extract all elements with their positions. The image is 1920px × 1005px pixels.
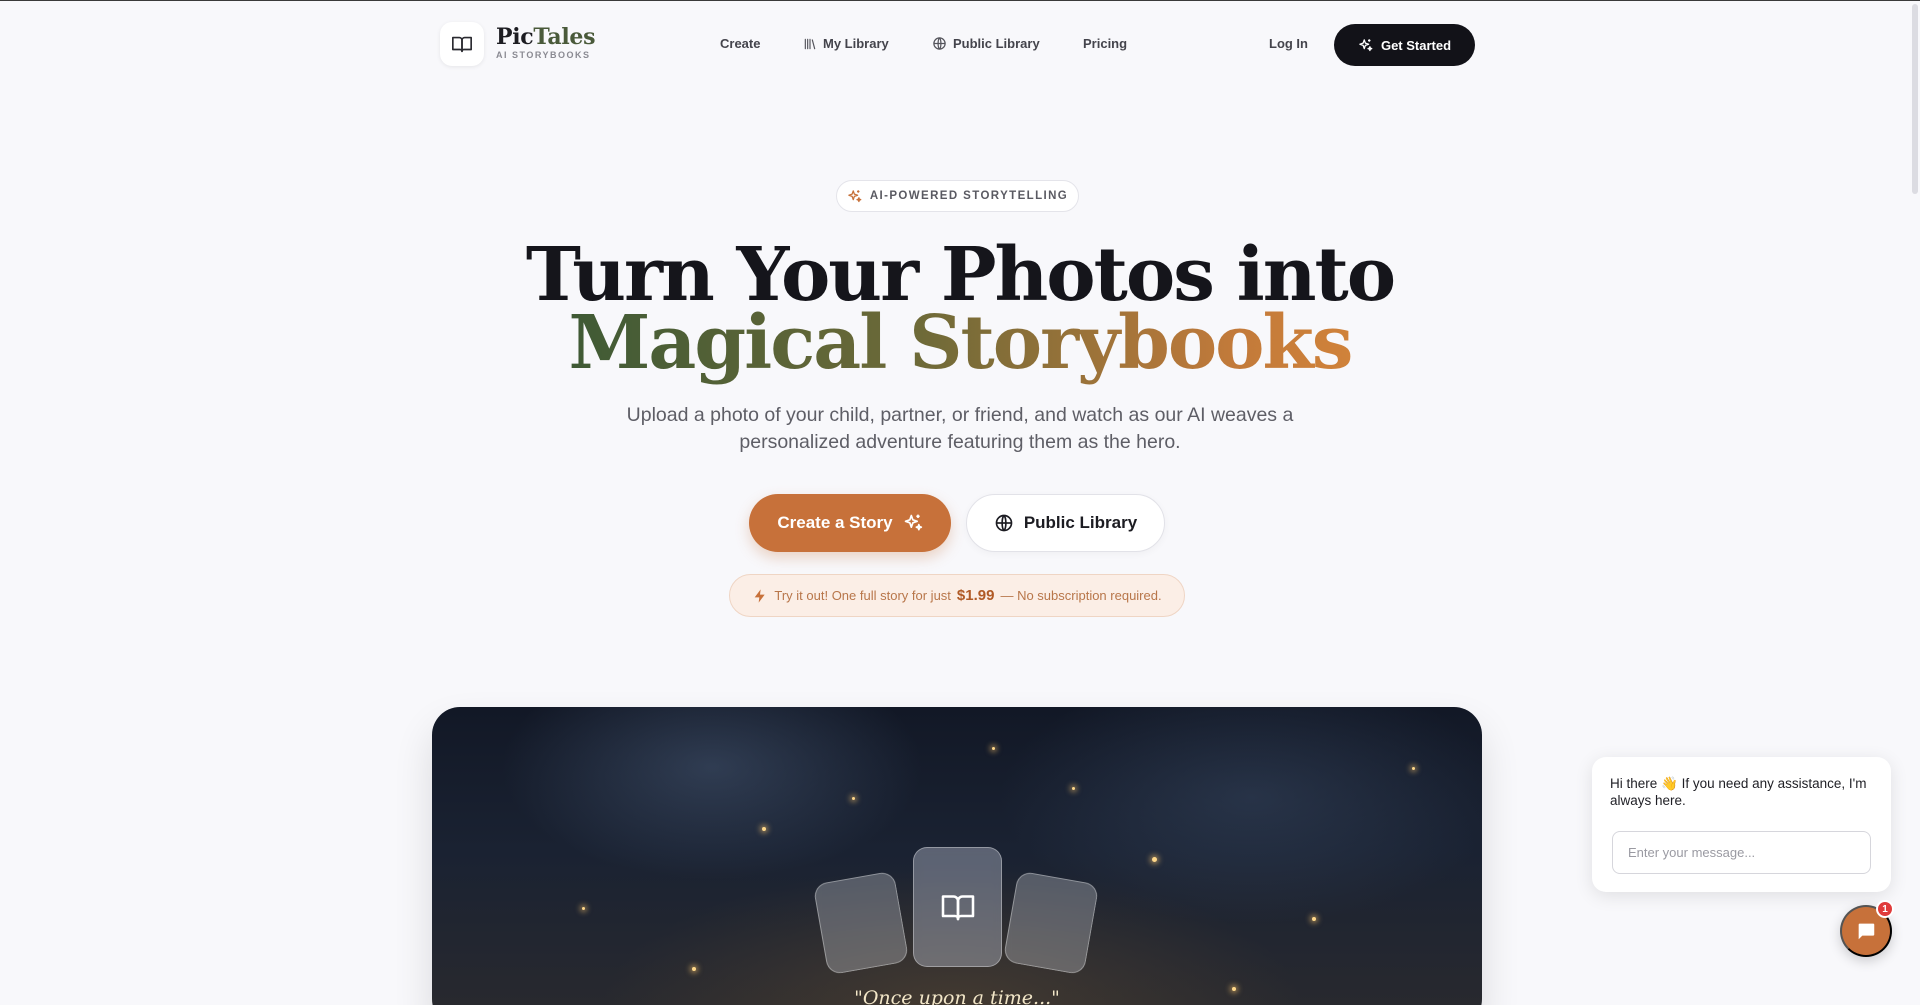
sparkle-light: [1152, 857, 1157, 862]
promo-suffix: — No subscription required.: [1000, 588, 1162, 603]
promo-prefix: Try it out! One full story for just: [774, 588, 951, 603]
brand-name-part1: Pic: [496, 24, 534, 50]
brand-name[interactable]: PicTales: [496, 24, 595, 50]
sparkle-light: [582, 907, 585, 910]
create-story-label: Create a Story: [777, 513, 893, 532]
sparkle-light: [1412, 767, 1415, 770]
sparkle-light: [992, 747, 995, 750]
nav-pricing[interactable]: Pricing: [1083, 36, 1127, 51]
ai-powered-badge: AI-POWERED STORYTELLING: [836, 180, 1079, 212]
chat-widget-popup: Hi there 👋 If you need any assistance, I…: [1592, 757, 1891, 892]
chat-greeting: Hi there 👋 If you need any assistance, I…: [1610, 776, 1867, 808]
storybook-showcase-image: "Once upon a time...": [432, 707, 1482, 1005]
hero-subtitle: Upload a photo of your child, partner, o…: [626, 404, 1294, 453]
nav-pricing-label: Pricing: [1083, 36, 1128, 51]
sparkles-icon: [904, 514, 922, 531]
brand-tagline: AI STORYBOOKS: [496, 50, 591, 60]
sparkle-light: [1232, 987, 1236, 991]
create-story-button[interactable]: Create a Story: [749, 494, 951, 552]
nav-my-library-label: My Library: [823, 36, 889, 51]
globe-icon: [933, 37, 946, 50]
open-book-icon: [941, 895, 974, 921]
sparkle-light: [762, 827, 766, 831]
sparkles-icon: [848, 189, 862, 202]
nav-create-label: Create: [720, 36, 761, 51]
hero-title-line2: Magical Storybooks: [0, 306, 1920, 380]
page-scrollbar[interactable]: [1912, 4, 1918, 194]
promo-price: $1.99: [956, 587, 995, 604]
showcase-quote: "Once upon a time...": [854, 987, 1060, 1005]
brand-name-part2: Tales: [533, 24, 596, 50]
open-book-icon: [452, 36, 472, 53]
public-library-button[interactable]: Public Library: [966, 494, 1165, 552]
public-library-label: Public Library: [1023, 513, 1138, 532]
nav-public-library-label: Public Library: [953, 36, 1040, 51]
badge-label: AI-POWERED STORYTELLING: [869, 190, 1069, 202]
get-started-label: Get Started: [1380, 37, 1452, 53]
login-button[interactable]: Log In: [1269, 36, 1308, 51]
nav-create[interactable]: Create: [720, 36, 760, 51]
sparkle-light: [1072, 787, 1075, 790]
sparkle-light: [1312, 917, 1316, 921]
story-page-card-right: [1002, 870, 1100, 976]
get-started-button[interactable]: Get Started: [1334, 24, 1475, 66]
site-header: PicTales AI STORYBOOKS Create My Library…: [0, 0, 1920, 88]
hero-title-gradient-text: Magical Storybooks: [568, 300, 1354, 386]
lightning-icon: [755, 588, 766, 603]
sparkle-light: [852, 797, 855, 800]
sparkle-light: [692, 967, 696, 971]
nav-my-library[interactable]: My Library: [803, 36, 889, 51]
chat-icon: [1858, 923, 1875, 940]
library-icon: [804, 38, 816, 49]
chat-message-input[interactable]: [1612, 831, 1871, 874]
nav-public-library[interactable]: Public Library: [932, 36, 1040, 51]
logo-badge[interactable]: [440, 22, 484, 66]
sparkles-icon: [1359, 38, 1373, 51]
globe-icon: [995, 514, 1013, 532]
chat-unread-badge: 1: [1876, 900, 1894, 918]
story-page-card-left: [812, 870, 910, 976]
trial-promo-banner: Try it out! One full story for just $1.9…: [729, 574, 1185, 617]
story-page-card-center: [913, 847, 1002, 967]
